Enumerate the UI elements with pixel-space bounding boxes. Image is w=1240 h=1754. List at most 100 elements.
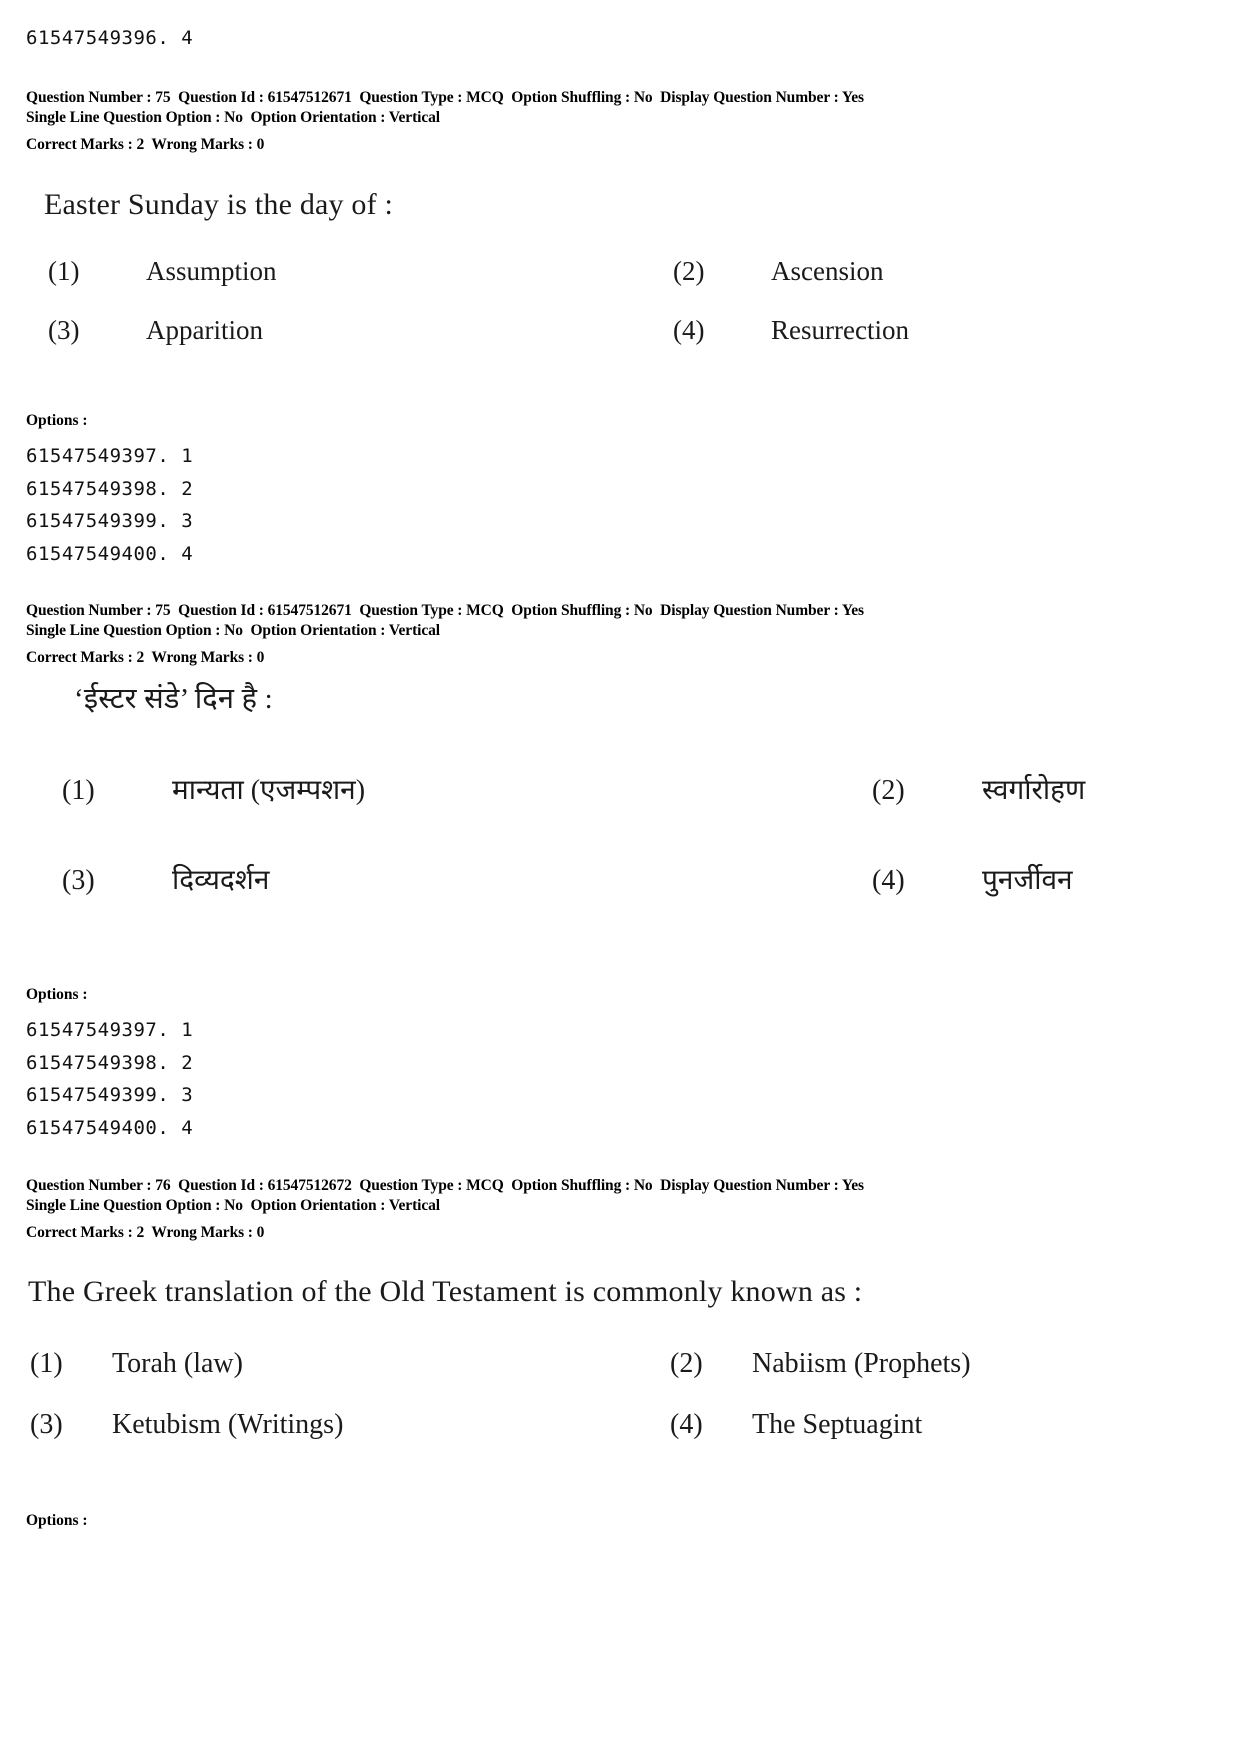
option-item[interactable]: (3) दिव्यदर्शन [62,860,872,950]
question-75-hindi-stem: ‘ईस्टर संडे’ दिन है : [74,683,273,715]
option-number: (1) [48,256,80,286]
question-76-english-meta: Question Number : 76 Question Id : 61547… [26,1176,864,1242]
option-id-row: 61547549398. 2 [26,1051,194,1074]
options-label: Options : [26,1512,88,1529]
option-item[interactable]: (2) Ascension [673,256,1208,315]
meta-question-type-label: Question Type : [359,89,463,106]
meta-single-line-option-label: Single Line Question Option : [26,1196,221,1214]
meta-option-shuffling-value: No [633,89,653,106]
options-label: Options : [26,412,88,429]
meta-wrong-marks-label: Wrong Marks : [151,135,253,153]
meta-option-shuffling-value: No [633,1177,653,1194]
option-id-row: 61547549400. 4 [26,543,194,566]
option-text: Ascension [771,256,884,286]
option-id-row: 61547549399. 3 [26,510,194,533]
option-text: मान्यता (एजम्पशन) [172,775,366,806]
question-75-english-meta: Question Number : 75 Question Id : 61547… [26,88,864,154]
option-item[interactable]: (4) पुनर्जीवन [872,860,1222,950]
meta-option-orientation-value: Vertical [388,108,440,126]
meta-question-type-value: MCQ [466,602,504,619]
option-number: (2) [872,775,905,806]
meta-wrong-marks-label: Wrong Marks : [151,1223,253,1241]
previous-question-option-id: 61547549396. 4 [26,27,194,49]
meta-correct-marks-value: 2 [136,135,145,153]
option-id-row: 61547549397. 1 [26,1019,194,1041]
question-76-english-options: (1) Torah (law) (2) Nabiism (Prophets) (… [30,1348,1210,1470]
meta-option-orientation-value: Vertical [388,1196,440,1214]
option-text: दिव्यदर्शन [172,865,270,896]
option-item[interactable]: (4) Resurrection [673,315,1208,374]
question-76-english-option-ids: Options : [26,1512,88,1530]
option-text: पुनर्जीवन [982,865,1073,896]
meta-option-orientation-value: Vertical [388,621,440,639]
option-text: Torah (law) [112,1348,243,1379]
question-75-hindi-option-ids: Options : 61547549397. 1 61547549398. 2 … [26,986,193,1145]
option-item[interactable]: (3) Apparition [48,315,673,374]
meta-display-question-number-value: Yes [841,89,864,106]
meta-single-line-option-value: No [224,1196,243,1214]
meta-wrong-marks-value: 0 [256,135,265,153]
option-id-row: 61547549398. 2 [26,477,194,500]
meta-display-question-number-label: Display Question Number : [660,602,839,619]
meta-question-type-value: MCQ [466,1177,504,1194]
meta-question-number-value: 76 [155,1177,171,1194]
option-item[interactable]: (1) Assumption [48,256,673,315]
option-number: (3) [48,315,80,345]
meta-wrong-marks-value: 0 [256,648,265,666]
question-75-hindi-options: (1) मान्यता (एजम्पशन) (2) स्वर्गारोहण (3… [62,770,1222,950]
meta-question-number-label: Question Number : [26,1177,152,1194]
option-number: (2) [673,256,705,286]
question-75-english-stem: Easter Sunday is the day of : [44,188,394,221]
meta-option-orientation-label: Option Orientation : [250,621,386,639]
option-item[interactable]: (1) Torah (law) [30,1348,670,1409]
meta-question-id-value: 61547512672 [267,1177,352,1194]
option-item[interactable]: (2) स्वर्गारोहण [872,770,1222,860]
meta-wrong-marks-value: 0 [256,1223,265,1241]
meta-question-number-value: 75 [155,602,171,619]
meta-option-orientation-label: Option Orientation : [250,1196,386,1214]
option-text: Resurrection [771,315,909,345]
option-number: (4) [872,865,905,896]
meta-wrong-marks-label: Wrong Marks : [151,648,253,666]
option-number: (4) [673,315,705,345]
option-text: स्वर्गारोहण [982,775,1086,806]
meta-single-line-option-value: No [224,621,243,639]
meta-option-shuffling-value: No [633,602,653,619]
question-76-english-stem: The Greek translation of the Old Testame… [28,1275,863,1308]
option-item[interactable]: (4) The Septuagint [670,1409,1210,1470]
option-text: Ketubism (Writings) [112,1409,344,1440]
option-number: (1) [62,775,95,806]
meta-correct-marks-label: Correct Marks : [26,1223,133,1241]
option-id-row: 61547549400. 4 [26,1117,194,1140]
option-item[interactable]: (2) Nabiism (Prophets) [670,1348,1210,1409]
meta-display-question-number-label: Display Question Number : [660,89,839,106]
option-number: (4) [670,1409,703,1440]
meta-option-shuffling-label: Option Shuffling : [511,1177,631,1194]
meta-question-id-value: 61547512671 [267,602,352,619]
option-item[interactable]: (3) Ketubism (Writings) [30,1409,670,1470]
meta-display-question-number-label: Display Question Number : [660,1177,839,1194]
meta-correct-marks-value: 2 [136,648,145,666]
option-number: (3) [62,865,95,896]
option-number: (1) [30,1348,63,1379]
meta-question-id-value: 61547512671 [267,89,352,106]
meta-correct-marks-label: Correct Marks : [26,135,133,153]
option-number: (3) [30,1409,63,1440]
meta-question-number-label: Question Number : [26,602,152,619]
question-75-english-options: (1) Assumption (2) Ascension (3) Apparit… [48,256,1208,374]
meta-correct-marks-value: 2 [136,1223,145,1241]
meta-question-id-label: Question Id : [178,89,264,106]
option-number: (2) [670,1348,703,1379]
meta-question-type-label: Question Type : [359,1177,463,1194]
meta-single-line-option-value: No [224,108,243,126]
option-id-row: 61547549397. 1 [26,445,194,467]
meta-question-number-value: 75 [155,89,171,106]
meta-correct-marks-label: Correct Marks : [26,648,133,666]
meta-option-orientation-label: Option Orientation : [250,108,386,126]
exam-paper-page: 61547549396. 4 Question Number : 75 Ques… [0,0,1240,1754]
meta-display-question-number-value: Yes [841,1177,864,1194]
option-item[interactable]: (1) मान्यता (एजम्पशन) [62,770,872,860]
option-text: Assumption [146,256,277,286]
meta-option-shuffling-label: Option Shuffling : [511,602,631,619]
meta-single-line-option-label: Single Line Question Option : [26,621,221,639]
